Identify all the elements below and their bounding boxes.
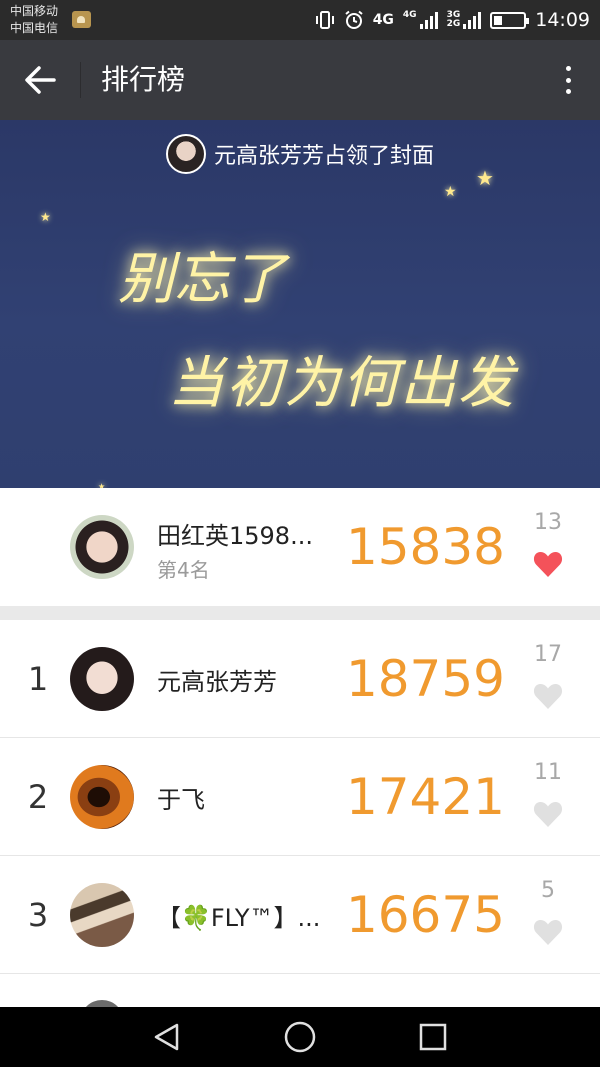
my-steps: 15838 [345,518,505,576]
likes-count: 11 [534,760,562,785]
cover-text-line-2: 当初为何出发 [168,351,516,416]
table-row[interactable] [0,974,600,1007]
vibrate-icon [315,11,334,29]
user-name: 于飞 [157,786,205,814]
heart-icon [533,802,563,827]
notification-icon [72,11,91,28]
likes-count: 17 [534,642,562,667]
my-rank-row[interactable]: 田红英1598... 第4名 15838 13 [0,488,600,606]
more-button[interactable] [558,62,578,98]
rank-number: 3 [27,896,49,934]
signal-icon-2: 3G 2G [447,11,482,29]
like-button[interactable] [533,550,563,578]
cover-owner: 元高张芳芳占领了封面 [0,134,600,180]
page-title: 排行榜 [101,63,186,96]
system-nav-bar [0,1007,600,1067]
heart-icon [533,552,563,577]
network-type-1: 4G [372,12,394,28]
square-recents-icon [419,1023,447,1051]
my-name: 田红英1598... [157,522,313,550]
battery-icon [490,11,530,29]
heart-icon [533,920,563,945]
my-rank-text: 第4名 [157,558,210,582]
like-button[interactable] [533,682,563,710]
table-row[interactable]: 2 于飞 17421 11 [0,738,600,856]
avatar[interactable] [70,515,134,579]
cover-owner-text: 元高张芳芳占领了封面 [213,144,434,169]
my-likes-count: 13 [534,510,562,535]
carrier-2: 中国电信 [10,21,59,35]
circle-home-icon [284,1021,316,1053]
rank-number: 1 [27,660,49,698]
cover-owner-avatar [165,134,206,174]
signal-icon-1: 4G [403,11,438,29]
alarm-icon [345,10,363,29]
avatar[interactable] [80,1000,124,1007]
avatar[interactable] [70,883,134,947]
step-count: 17421 [345,768,505,826]
more-vertical-icon [565,66,571,71]
carrier-names: 中国移动 中国电信 [10,3,58,37]
divider [80,62,81,98]
app-bar: 排行榜 [0,40,600,120]
status-bar: 中国移动 中国电信 4G 4G 3G 2G 14:09 [0,0,600,40]
star-icon: ★ [40,210,51,224]
star-icon: ★ [476,166,494,190]
like-button[interactable] [533,800,563,828]
nav-recents-button[interactable] [416,1020,450,1054]
step-count: 16675 [345,886,505,944]
section-divider [0,606,600,620]
carrier-1: 中国移动 [10,4,59,18]
like-button[interactable] [533,918,563,946]
clock: 14:09 [535,9,590,31]
arrow-left-icon [25,66,56,94]
star-icon: ★ [444,184,457,200]
heart-icon [533,684,563,709]
table-row[interactable]: 1 元高张芳芳 18759 17 [0,620,600,738]
nav-home-button[interactable] [283,1020,317,1054]
triangle-back-icon [154,1023,179,1051]
status-icons: 4G 4G 3G 2G 14:09 [315,0,590,40]
cover-image[interactable]: 元高张芳芳占领了封面 ★ ★ ★ ★ 别忘了 当初为何出发 [0,120,600,488]
table-row[interactable]: 3 【🍀FLY™】... 16675 5 [0,856,600,974]
user-name: 【🍀FLY™】... [157,904,321,932]
rank-number: 2 [27,778,49,816]
nav-back-button[interactable] [150,1020,184,1054]
user-name: 元高张芳芳 [157,668,277,696]
likes-count: 5 [541,878,555,903]
back-button[interactable] [18,58,62,102]
avatar[interactable] [70,765,134,829]
avatar[interactable] [70,647,134,711]
step-count: 18759 [345,650,505,708]
cover-text-line-1: 别忘了 [118,247,286,312]
